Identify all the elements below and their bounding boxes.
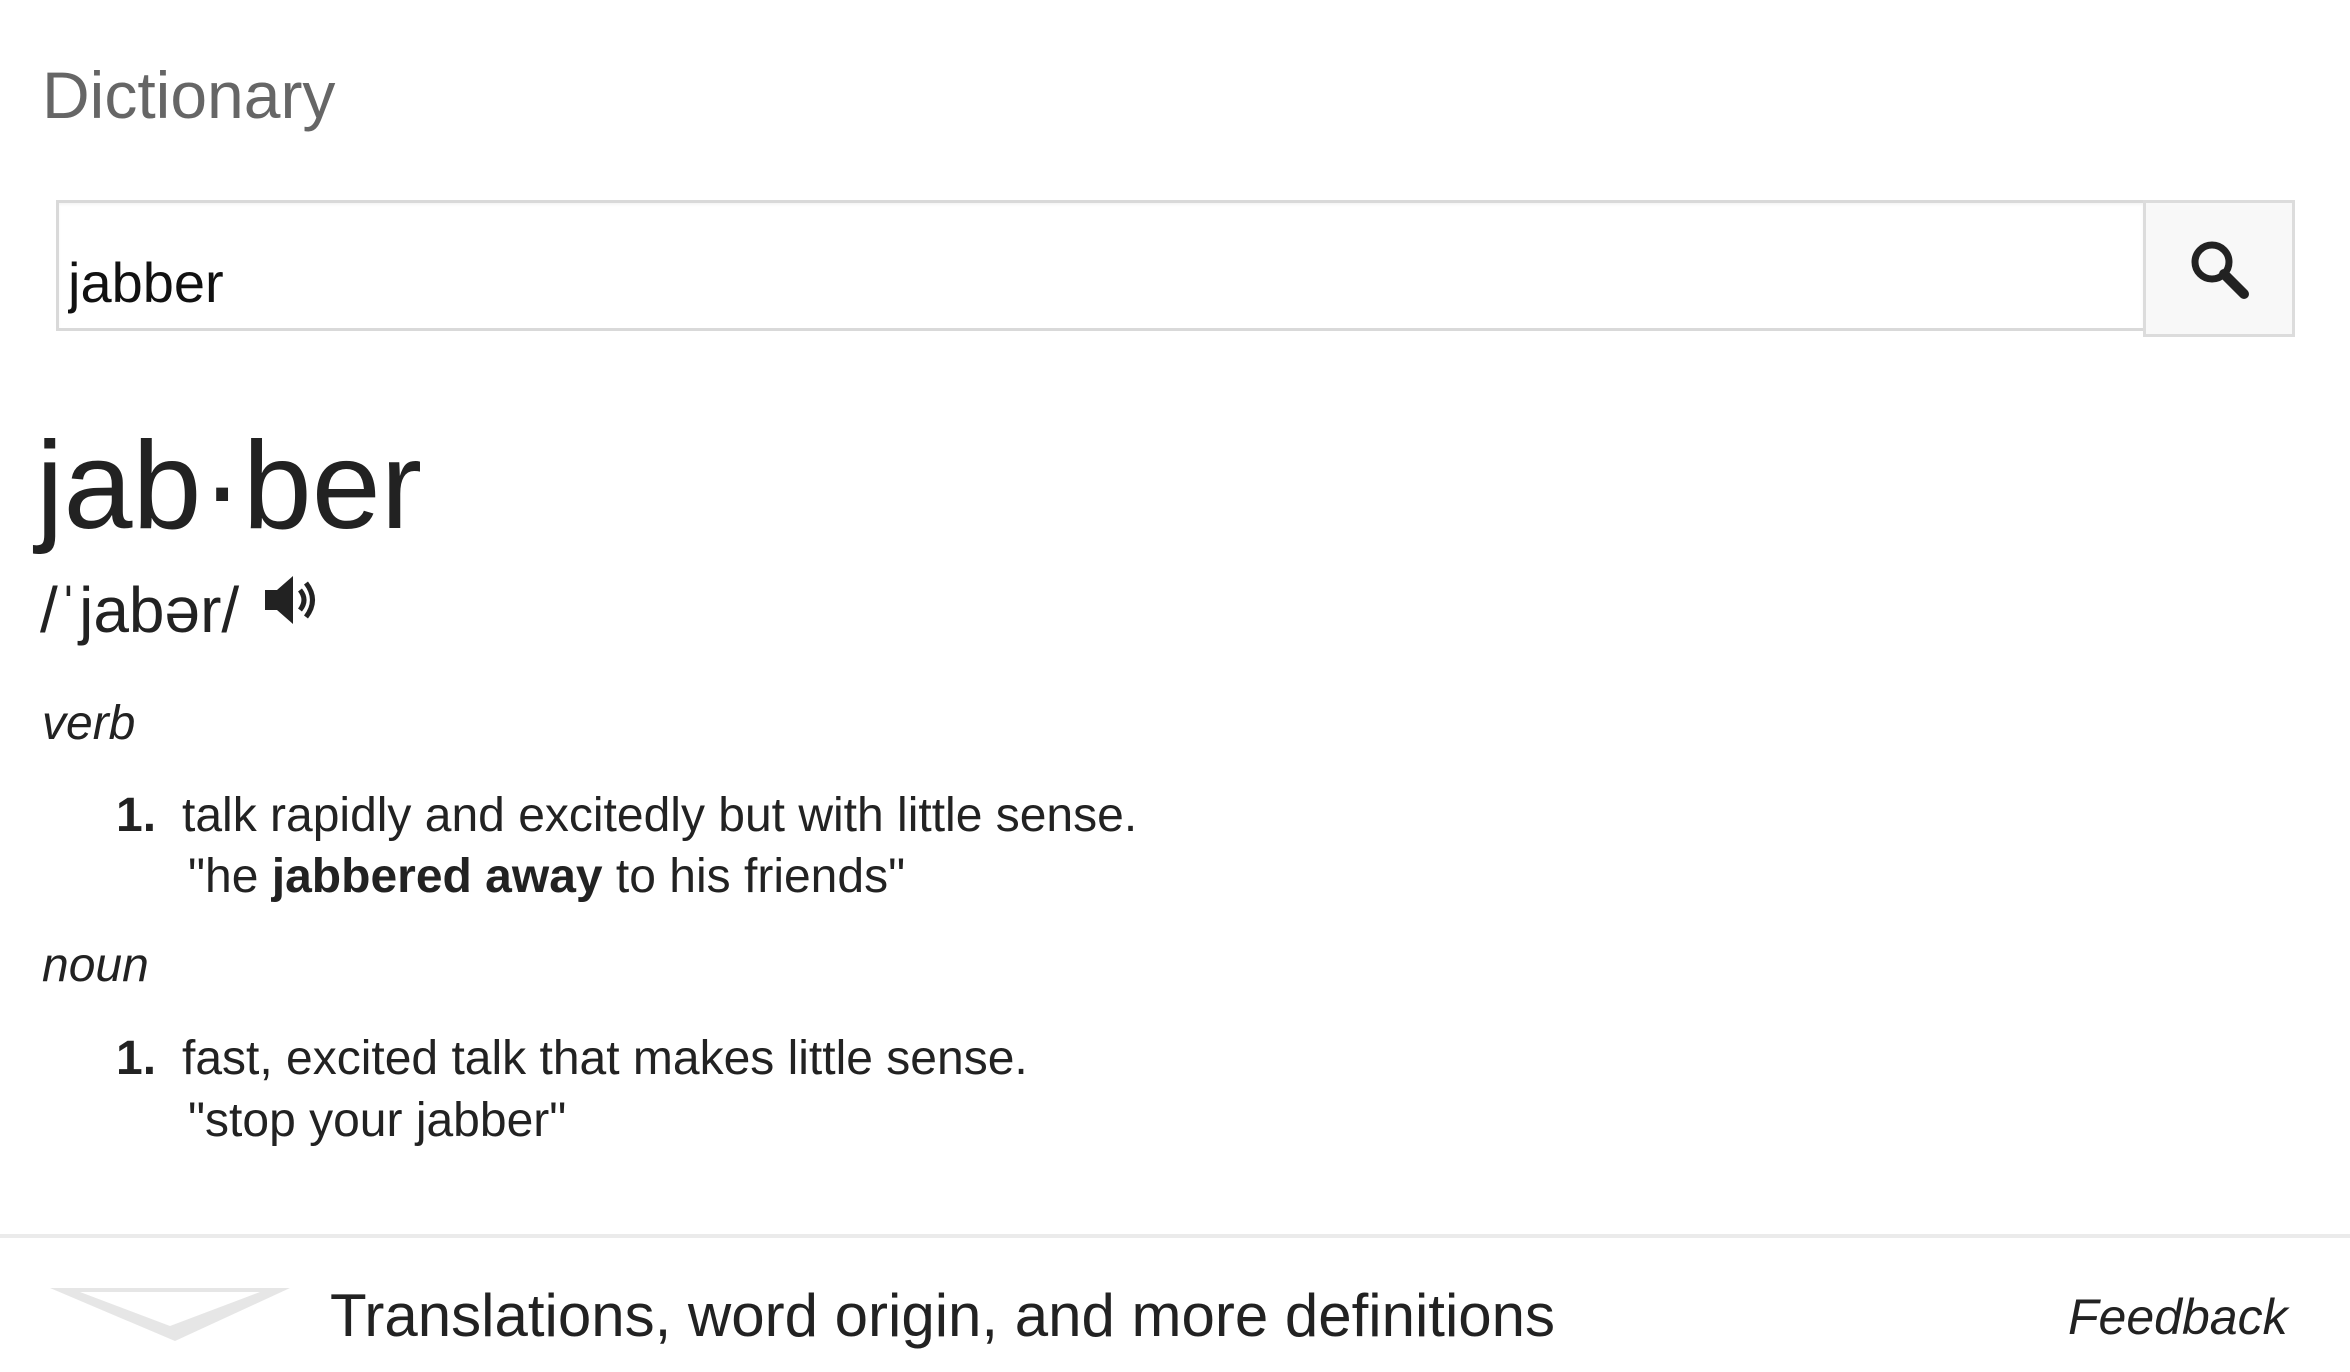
search-icon: [2191, 241, 2249, 299]
definition-verb-1: 1. talk rapidly and excitedly but with li…: [116, 792, 1137, 840]
definition-text: fast, excited talk that makes little sen…: [182, 1032, 1028, 1085]
divider: [0, 1234, 2350, 1238]
definition-example: "he jabbered away to his friends": [188, 853, 905, 901]
phonetic-spelling: /ˈjabər/: [40, 574, 240, 646]
search-input[interactable]: [68, 250, 1968, 315]
feedback-link[interactable]: Feedback: [2068, 1292, 2288, 1342]
chevron-down-icon[interactable]: [50, 1286, 290, 1347]
definition-example: "stop your jabber": [188, 1094, 567, 1147]
headword: jab·ber: [36, 417, 422, 555]
definition-number: 1.: [116, 1032, 157, 1085]
example-text: to his friends": [602, 850, 906, 903]
search-button[interactable]: [2143, 200, 2295, 337]
part-of-speech-verb: verb: [42, 697, 136, 750]
example-text: "he: [188, 850, 272, 903]
card-title: Dictionary: [42, 58, 336, 132]
speaker-icon[interactable]: [263, 572, 321, 633]
pronunciation-row: /ˈjabər/: [40, 574, 321, 646]
definition-noun-1: 1. fast, excited talk that makes little s…: [116, 1035, 1028, 1083]
part-of-speech-noun: noun: [42, 939, 149, 992]
definition-number: 1.: [116, 789, 157, 842]
more-definitions-link[interactable]: Translations, word origin, and more defi…: [330, 1286, 1555, 1346]
example-highlight: jabbered away: [271, 850, 603, 903]
definition-text: talk rapidly and excitedly but with litt…: [182, 789, 1138, 842]
